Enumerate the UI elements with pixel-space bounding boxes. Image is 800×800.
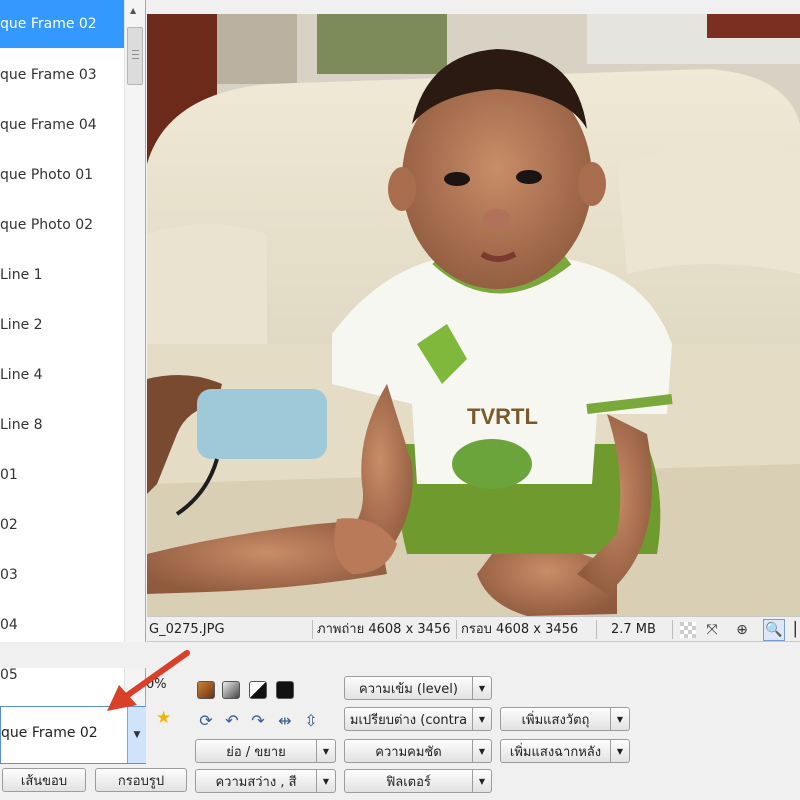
brightness-label: ความสว่าง , สี [215, 774, 297, 790]
frame-list-item[interactable]: Line 4 [0, 351, 124, 399]
frame-list-item[interactable]: 03 [0, 551, 124, 599]
frame-list-item[interactable]: que Frame 02 [0, 0, 124, 48]
frame-button[interactable]: กรอบรูป [95, 768, 187, 792]
resize-button[interactable]: ย่อ / ขยาย ▼ [195, 739, 336, 763]
chevron-down-icon[interactable]: ▼ [472, 677, 491, 699]
frame-list-item-label: que Frame 02 [0, 16, 97, 32]
zoom-in-icon[interactable]: ⊕ [731, 619, 753, 641]
zoom-actual-icon[interactable]: 🔍 [763, 619, 785, 641]
frame-list-item[interactable]: 01 [0, 451, 124, 499]
add-light-object-button[interactable]: เพิ่มแสงวัตถุ ▼ [500, 707, 630, 731]
frame-list-item-label: Line 4 [0, 367, 43, 383]
chevron-down-icon[interactable]: ▼ [472, 708, 491, 730]
chevron-down-icon[interactable]: ▼ [316, 770, 335, 792]
chevron-down-icon[interactable]: ▼ [472, 740, 491, 762]
add-light-background-button[interactable]: เพิ่มแสงฉากหลัง ▼ [500, 739, 630, 763]
chevron-down-icon[interactable]: ▼ [610, 708, 629, 730]
frame-list-item-label: que Photo 02 [0, 217, 94, 233]
level-button[interactable]: ความเข้ม (level) ▼ [344, 676, 492, 700]
frame-list-item[interactable]: 02 [0, 501, 124, 549]
negative-swatch-icon[interactable] [276, 681, 294, 699]
chevron-down-icon[interactable]: ▼ [316, 740, 335, 762]
transparency-checker-icon[interactable] [677, 619, 699, 641]
status-photo-size: ภาพถ่าย 4608 x 3456 [315, 620, 457, 639]
frame-list-item[interactable]: que Frame 04 [0, 101, 124, 149]
flip-vertical-icon[interactable]: ⇳ [302, 711, 320, 730]
frame-list-item-label: que Frame 04 [0, 117, 97, 133]
photo-top-gap [147, 0, 800, 14]
filter-button[interactable]: ฟิลเตอร์ ▼ [344, 769, 492, 793]
annotation-arrow-icon [107, 650, 190, 711]
frame-list-item-label: 05 [0, 667, 18, 683]
frame-list-item[interactable]: Line 1 [0, 251, 124, 299]
sharpness-button[interactable]: ความคมชัด ▼ [344, 739, 492, 763]
bw-swatch-icon[interactable] [249, 681, 267, 699]
grayscale-swatch-icon[interactable] [222, 681, 240, 699]
contrast-label: มเปรียบต่าง (contra [349, 712, 468, 728]
frame-list-item[interactable]: que Frame 03 [0, 51, 124, 99]
status-extra-icon[interactable]: ▏ [789, 619, 800, 641]
frame-list-item[interactable]: que Photo 01 [0, 151, 124, 199]
frame-list-item[interactable]: que Photo 02 [0, 201, 124, 249]
svg-text:TVRTL: TVRTL [467, 404, 538, 429]
chevron-down-icon[interactable]: ▼ [610, 740, 629, 762]
border-button[interactable]: เส้นขอบ [2, 768, 86, 792]
frame-list-item-label: 03 [0, 567, 18, 583]
frame-list-item-label: 02 [0, 517, 18, 533]
frame-list-item-label: 01 [0, 467, 18, 483]
chevron-down-icon[interactable]: ▼ [472, 770, 491, 792]
frame-list-item-label: 04 [0, 617, 18, 633]
frame-list[interactable]: que Frame 02 que Frame 03 que Frame 04 que … [0, 0, 146, 706]
frame-list-item-label: Line 2 [0, 317, 43, 333]
app-window: que Frame 02 que Frame 03 que Frame 04 que … [0, 0, 800, 800]
scrollbar-thumb[interactable] [127, 27, 143, 85]
brightness-button[interactable]: ความสว่าง , สี ▼ [195, 769, 336, 793]
sharpness-label: ความคมชัด [375, 744, 442, 760]
contrast-button[interactable]: มเปรียบต่าง (contra ▼ [344, 707, 492, 731]
frame-list-item[interactable]: Line 2 [0, 301, 124, 349]
frame-list-item-label: Line 8 [0, 417, 43, 433]
fit-to-window-icon[interactable]: ⤧ [701, 619, 723, 641]
frame-list-scrollbar[interactable] [124, 0, 145, 706]
add-light-object-label: เพิ่มแสงวัตถุ [521, 712, 590, 728]
status-file-size: 2.7 MB [609, 620, 673, 639]
frame-list-item[interactable]: Line 8 [0, 401, 124, 449]
scroll-up-icon[interactable]: ▲ [130, 6, 136, 15]
resize-label: ย่อ / ขยาย [226, 744, 286, 760]
frame-list-item-label: Line 1 [0, 267, 43, 283]
status-filename: G_0275.JPG [147, 620, 313, 639]
level-label: ความเข้ม (level) [359, 681, 458, 697]
filter-label: ฟิลเตอร์ [386, 774, 431, 790]
undo-icon[interactable]: ↶ [223, 711, 241, 730]
photo-image: TVRTL [147, 14, 800, 616]
frame-list-item-label: que Frame 03 [0, 67, 97, 83]
redo-icon[interactable]: ↷ [249, 711, 267, 730]
status-frame-size: กรอบ 4608 x 3456 [459, 620, 597, 639]
flip-horizontal-icon[interactable]: ⇹ [276, 711, 294, 730]
frame-select-value: que Frame 02 [1, 725, 98, 741]
photo-canvas[interactable]: TVRTL [147, 14, 800, 616]
frame-list-item-label: que Photo 01 [0, 167, 94, 183]
status-bar: G_0275.JPG ภาพถ่าย 4608 x 3456 กรอบ 4608… [147, 616, 800, 642]
add-light-background-label: เพิ่มแสงฉากหลัง [509, 744, 602, 760]
